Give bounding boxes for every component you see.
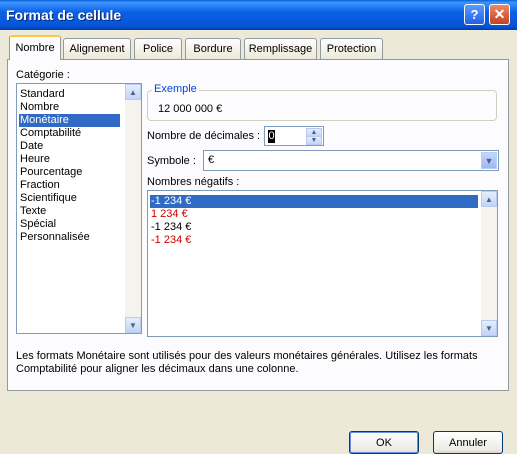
decimals-value[interactable]: 0 [268, 130, 275, 143]
negatives-label: Nombres négatifs : [147, 176, 240, 188]
tab-remplissage[interactable]: Remplissage [244, 38, 317, 59]
example-group: Exemple 12 000 000 € [147, 83, 497, 121]
cancel-button[interactable]: Annuler [433, 431, 503, 454]
scroll-up-icon[interactable]: ▲ [125, 84, 141, 100]
scroll-down-icon[interactable]: ▼ [481, 320, 497, 336]
symbol-dropdown[interactable]: € ▼ [203, 150, 499, 171]
scroll-down-icon[interactable]: ▼ [125, 317, 141, 333]
spin-down-icon[interactable]: ▼ [306, 136, 322, 145]
category-item[interactable]: Fraction [19, 179, 120, 192]
dialog-title: Format de cellule [6, 7, 122, 23]
scroll-up-icon[interactable]: ▲ [481, 191, 497, 207]
ok-button[interactable]: OK [349, 431, 419, 454]
category-item[interactable]: Date [19, 140, 120, 153]
help-icon: ? [470, 7, 479, 22]
category-list[interactable]: Standard Nombre Monétaire Comptabilité Date H… [16, 83, 142, 334]
negative-format-item[interactable]: 1 234 € [150, 208, 478, 221]
description-line-2: Comptabilité pour aligner les décimaux d… [16, 363, 299, 375]
example-value: 12 000 000 € [158, 103, 223, 115]
negative-format-item[interactable]: -1 234 € [150, 221, 478, 234]
category-item[interactable]: Spécial [19, 218, 120, 231]
category-item[interactable]: Monétaire [19, 114, 120, 127]
category-label: Catégorie : [16, 69, 70, 81]
tab-protection[interactable]: Protection [320, 38, 383, 59]
category-item[interactable]: Texte [19, 205, 120, 218]
symbol-value: € [208, 154, 215, 166]
description-line-1: Les formats Monétaire sont utilisés pour… [16, 350, 478, 362]
tab-nombre[interactable]: Nombre [9, 35, 61, 60]
negative-numbers-list[interactable]: -1 234 €1 234 € -1 234 € -1 234 € ▲ ▼ [147, 190, 498, 337]
tab-label: Nombre [15, 42, 55, 54]
decimals-label: Nombre de décimales : [147, 130, 261, 142]
close-icon: ✕ [493, 6, 506, 22]
format-cells-dialog: Format de cellule ? ✕ Nombre Alignement … [0, 0, 517, 454]
tab-alignement[interactable]: Alignement [63, 38, 131, 59]
category-item[interactable]: Pourcentage [19, 166, 120, 179]
category-item[interactable]: Personnalisée [19, 231, 120, 244]
tab-panel-nombre: Catégorie : Standard Nombre Monétaire Compt… [7, 59, 509, 391]
tab-police[interactable]: Police [134, 38, 182, 59]
decimals-spinner[interactable]: 0 ▲ ▼ [264, 126, 324, 146]
category-item[interactable]: Scientifique [19, 192, 120, 205]
tab-label: Police [143, 43, 173, 55]
negative-format-item[interactable]: -1 234 € [150, 234, 478, 247]
tab-label: Alignement [69, 43, 125, 55]
category-item[interactable]: Nombre [19, 101, 120, 114]
example-label: Exemple [152, 83, 199, 95]
negative-format-item[interactable]: -1 234 € [150, 195, 478, 208]
symbol-label: Symbole : [147, 155, 196, 167]
close-button[interactable]: ✕ [489, 4, 510, 25]
negatives-scrollbar[interactable]: ▲ ▼ [481, 191, 497, 336]
tab-label: Protection [326, 43, 377, 55]
title-bar[interactable]: Format de cellule ? ✕ [0, 0, 517, 30]
tab-label: Remplissage [248, 43, 313, 55]
cancel-label: Annuler [449, 436, 487, 449]
category-scrollbar[interactable]: ▲ ▼ [125, 84, 141, 333]
tab-label: Bordure [193, 43, 233, 55]
tab-bordure[interactable]: Bordure [185, 38, 241, 59]
category-item[interactable]: Heure [19, 153, 120, 166]
ok-label: OK [376, 436, 392, 449]
category-item[interactable]: Comptabilité [19, 127, 120, 140]
chevron-down-icon[interactable]: ▼ [481, 152, 497, 169]
help-button[interactable]: ? [464, 4, 485, 25]
category-item[interactable]: Standard [19, 88, 120, 101]
